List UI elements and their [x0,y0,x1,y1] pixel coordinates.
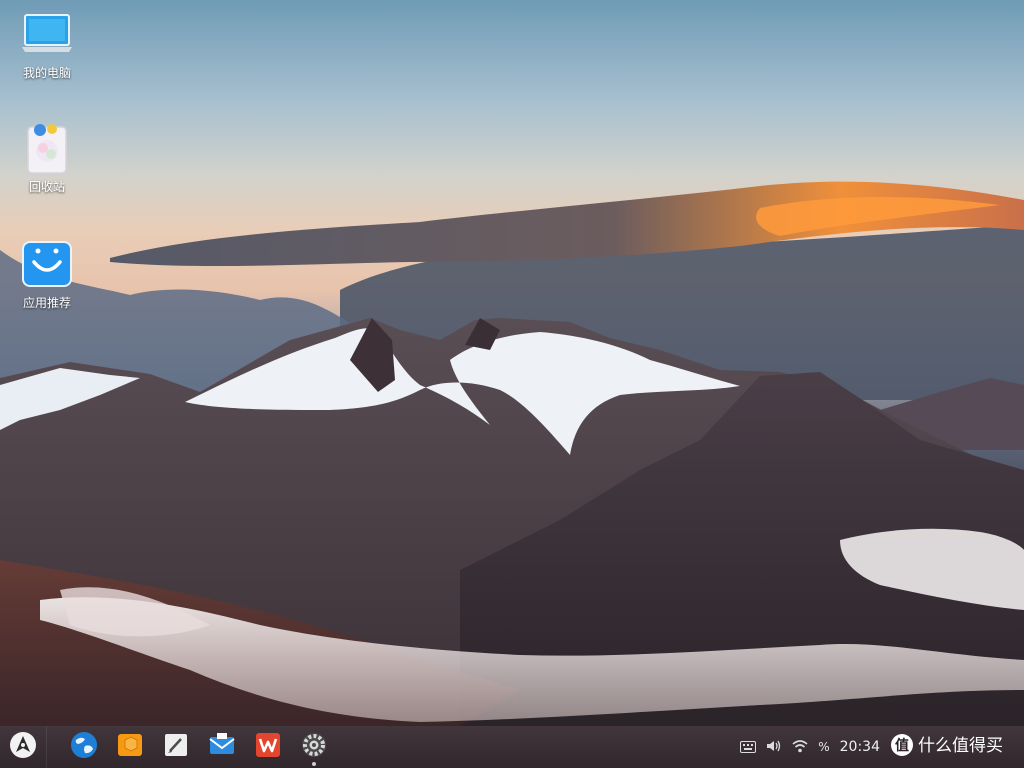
battery-indicator[interactable]: % [818,726,829,768]
recycle-bin-icon [21,122,73,174]
taskbar-app-settings[interactable] [291,726,337,768]
taskbar-app-file-manager[interactable] [107,726,153,768]
clock: 20:34 [839,739,880,755]
taskbar-app-mail[interactable] [199,726,245,768]
globe-browser-icon [69,730,99,764]
wifi-button[interactable] [792,726,808,768]
file-manager-icon [115,730,145,764]
taskbar-app-text-editor[interactable] [153,726,199,768]
svg-text:值: 值 [895,737,909,754]
settings-gear-icon [299,730,329,764]
desktop-icon-app-store[interactable]: 应用推荐 [12,238,82,322]
keyboard-button[interactable] [740,726,757,768]
keyboard-icon [740,738,757,757]
clock-button[interactable]: 20:34 [840,726,880,768]
taskbar-app-browser[interactable] [61,726,107,768]
watermark: 值 什么值得买 [890,726,1014,768]
wifi-icon [792,738,808,757]
start-menu-button[interactable] [0,726,47,768]
desktop-icon-label: 应用推荐 [22,296,71,310]
desktop-icon-my-computer[interactable]: 我的电脑 [12,8,82,92]
computer-icon [21,8,73,60]
desktop: 我的电脑 回收站 应用推荐 [0,0,1024,726]
volume-button[interactable] [766,726,782,768]
taskbar: % 20:34 值 什么值得买 [0,726,1024,768]
desktop-icon-label: 回收站 [28,180,65,194]
watermark-logo: 值 什么值得买 [890,733,1014,761]
taskbar-app-wps-office[interactable] [245,726,291,768]
desktop-icon-recycle-bin[interactable]: 回收站 [12,122,82,206]
desktop-icon-label: 我的电脑 [22,66,71,80]
app-store-icon [21,238,73,290]
running-indicator [312,762,316,766]
svg-text:什么值得买: 什么值得买 [918,736,1003,756]
mail-icon [207,730,237,764]
battery-percent: % [818,740,830,754]
start-menu-icon [8,730,38,764]
wps-office-icon [253,730,283,764]
system-tray: % 20:34 值 什么值得买 [740,726,1024,768]
mountain-wallpaper [0,181,1024,726]
volume-icon [766,738,782,757]
text-editor-icon [161,730,191,764]
